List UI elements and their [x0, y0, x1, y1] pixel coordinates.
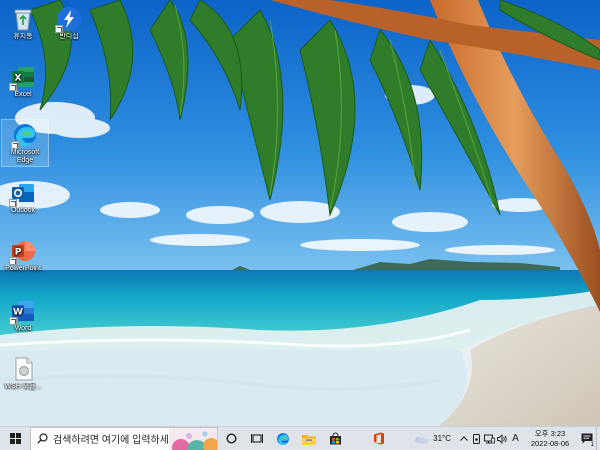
cortana-button[interactable]	[218, 427, 244, 450]
taskbar-app-file-explorer[interactable]	[296, 427, 322, 450]
desktop-icon-label: 반디집	[59, 33, 79, 40]
weather-widget[interactable]: 31°C	[414, 433, 451, 444]
search-icon	[37, 433, 48, 444]
shortcut-arrow-icon	[9, 83, 17, 91]
desktop-icon-word[interactable]: W Word	[0, 296, 46, 333]
desktop-icon-label: WSH 모듈...	[4, 383, 42, 390]
bandizip-icon	[55, 6, 82, 33]
desktop-icon-label: Excel	[14, 91, 32, 98]
desktop-icon-label: 휴지통	[13, 33, 33, 40]
tray-volume-icon[interactable]	[497, 427, 508, 450]
taskbar-app-office[interactable]	[366, 427, 392, 450]
shortcut-arrow-icon	[9, 317, 17, 325]
system-tray: 31°C A 오후 3:23 2022-08-06 1	[414, 426, 600, 450]
shortcut-arrow-icon	[11, 141, 19, 149]
taskbar-clock[interactable]: 오후 3:23 2022-08-06	[525, 429, 575, 449]
desktop-icon-recycle-bin[interactable]: 휴지통	[0, 4, 46, 41]
powerpoint-icon: P	[9, 238, 36, 265]
recycle-bin-icon	[10, 6, 36, 32]
ime-mode-indicator[interactable]: A	[510, 427, 521, 450]
cloud-weather-icon	[415, 434, 430, 444]
office-icon	[374, 432, 384, 445]
desktop-icon-outlook[interactable]: Outlook	[0, 178, 46, 215]
task-view-icon	[251, 434, 263, 443]
chevron-up-icon	[459, 436, 468, 441]
task-view-button[interactable]	[244, 427, 270, 450]
excel-icon: X	[9, 64, 36, 91]
svg-text:W: W	[13, 308, 23, 318]
edge-icon	[11, 122, 38, 149]
desktop-icon-powerpoint[interactable]: P PowerPoint	[0, 236, 46, 273]
shortcut-arrow-icon	[9, 257, 17, 265]
network-icon	[484, 434, 495, 443]
taskbar-search-box[interactable]: 검색하려면 여기에 입력하세	[30, 426, 218, 450]
desktop-icon-label: Microsoft Edge	[10, 149, 40, 164]
desktop-icon-label: Word	[14, 325, 32, 332]
taskbar-app-store[interactable]	[322, 427, 348, 450]
weather-temperature: 31°C	[433, 434, 451, 443]
store-bag-icon	[329, 432, 341, 445]
svg-text:P: P	[15, 248, 22, 258]
tray-network-icon[interactable]	[484, 427, 495, 450]
desktop-icon-microsoft-edge[interactable]: Microsoft Edge	[1, 119, 49, 167]
desktop-icon-label: PowerPoint	[5, 265, 41, 272]
search-highlight-art-icon	[169, 427, 217, 450]
taskbar: 검색하려면 여기에 입력하세 31°C A 오후 3:23 2022-08-06…	[0, 426, 600, 450]
word-icon: W	[9, 298, 36, 325]
clock-time: 오후 3:23	[534, 428, 566, 438]
tray-device-icon[interactable]	[471, 427, 482, 450]
folder-icon	[302, 434, 316, 445]
show-hidden-icons-button[interactable]	[458, 427, 469, 450]
edge-icon	[277, 432, 289, 445]
desktop-icon-excel[interactable]: X Excel	[0, 62, 46, 99]
desktop-icon-bandizip[interactable]: 반디집	[46, 4, 92, 41]
clock-date: 2022-08-06	[530, 438, 570, 448]
desktop-icon-label: Outlook	[10, 207, 36, 214]
svg-text:X: X	[15, 74, 22, 84]
shortcut-arrow-icon	[9, 199, 17, 207]
script-file-icon	[10, 356, 36, 382]
shortcut-arrow-icon	[55, 25, 63, 33]
show-desktop-button[interactable]	[596, 426, 600, 450]
outlook-icon	[9, 180, 36, 207]
search-placeholder: 검색하려면 여기에 입력하세	[53, 435, 169, 446]
taskbar-app-edge[interactable]	[270, 427, 296, 450]
notification-count-badge: 1	[589, 441, 595, 449]
windows-logo-icon	[9, 433, 21, 444]
notification-center-button[interactable]: 1	[578, 427, 596, 450]
phone-link-icon	[473, 433, 480, 444]
cortana-circle-icon	[225, 433, 237, 444]
desktop-wallpaper	[0, 0, 600, 426]
desktop-icon-wsh-file[interactable]: WSH 모듈...	[0, 354, 46, 391]
speaker-icon	[497, 433, 507, 444]
start-button[interactable]	[0, 427, 30, 450]
